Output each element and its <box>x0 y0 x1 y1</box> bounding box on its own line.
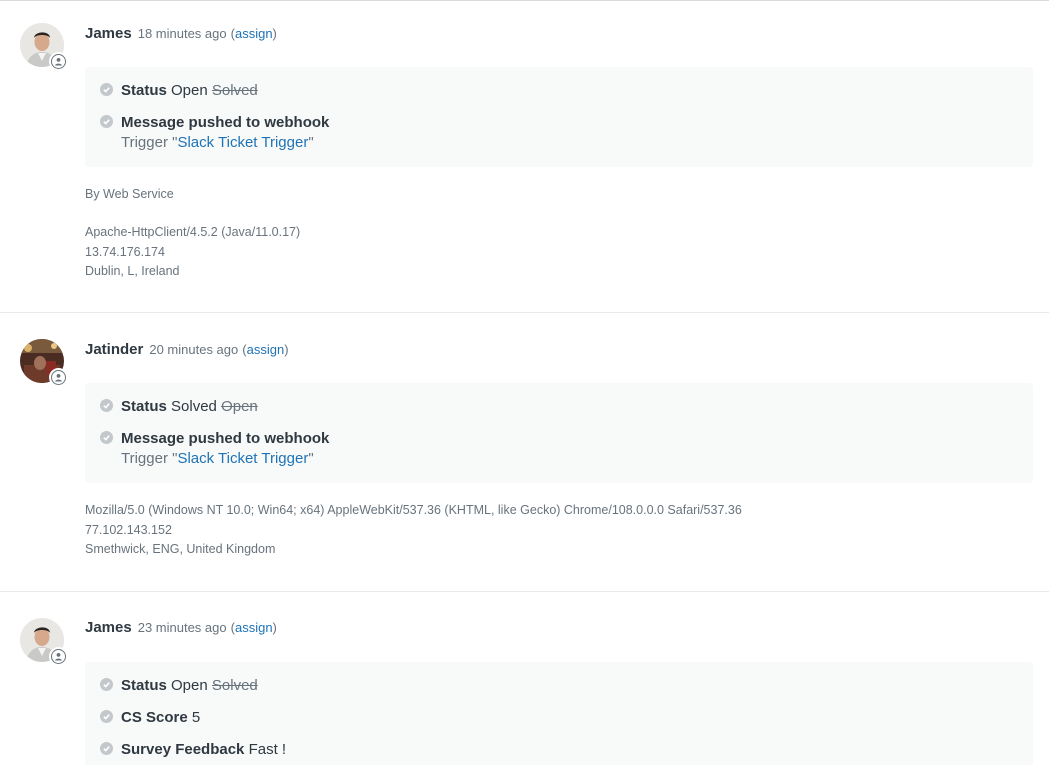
agent-badge <box>49 368 68 387</box>
status-old-value: Open <box>221 398 258 415</box>
event-header: James 18 minutes ago (assign) <box>85 25 277 47</box>
cs-score-value: 5 <box>191 709 201 726</box>
event-timestamp[interactable]: 23 minutes ago <box>138 620 227 635</box>
ticket-event: James 23 minutes ago (assign) Status Ope… <box>0 592 1049 765</box>
event-client-info: Apache-HttpClient/4.5.2 (Java/11.0.17) 1… <box>85 223 300 282</box>
author-name[interactable]: James <box>85 25 132 42</box>
user-agent: Apache-HttpClient/4.5.2 (Java/11.0.17) <box>85 225 301 239</box>
trigger-suffix: " <box>308 134 314 151</box>
agent-badge <box>49 52 68 71</box>
check-circle-icon <box>100 83 113 96</box>
assign-wrapper: (assign) <box>230 26 277 41</box>
ticket-event-feed: James 18 minutes ago (assign) Status Ope… <box>0 0 1049 765</box>
change-webhook: Message pushed to webhook Trigger "Slack… <box>100 113 329 153</box>
status-new-value: Open <box>171 677 208 694</box>
event-via: By Web Service <box>85 187 174 201</box>
change-status: Status Solved Open <box>100 397 258 417</box>
event-header: Jatinder 20 minutes ago (assign) <box>85 341 289 363</box>
ticket-event: Jatinder 20 minutes ago (assign) Status … <box>0 313 1049 592</box>
ip-address: 13.74.176.174 <box>85 244 165 259</box>
assign-link[interactable]: assign <box>235 620 273 635</box>
agent-person-icon <box>51 370 66 385</box>
check-circle-icon <box>100 742 113 755</box>
location: Smethwick, ENG, United Kingdom <box>85 542 276 556</box>
check-circle-icon <box>100 431 113 444</box>
survey-feedback-value: Fast ! <box>248 741 287 758</box>
event-timestamp[interactable]: 20 minutes ago <box>149 342 238 357</box>
trigger-link[interactable]: Slack Ticket Trigger <box>177 134 308 151</box>
author-avatar[interactable] <box>20 339 68 387</box>
assign-link[interactable]: assign <box>247 342 285 357</box>
event-changes-panel: Status Open Solved Message pushed to web… <box>85 67 1033 167</box>
change-label: Status <box>121 677 167 694</box>
ticket-event: James 18 minutes ago (assign) Status Ope… <box>0 1 1049 313</box>
agent-badge <box>49 647 68 666</box>
event-header: James 23 minutes ago (assign) <box>85 619 277 641</box>
check-circle-icon <box>100 678 113 691</box>
author-avatar[interactable] <box>20 23 68 71</box>
location: Dublin, L, Ireland <box>85 264 180 278</box>
status-new-value: Open <box>171 82 208 99</box>
event-timestamp[interactable]: 18 minutes ago <box>138 26 227 41</box>
change-webhook: Message pushed to webhook Trigger "Slack… <box>100 429 329 469</box>
change-label: Status <box>121 398 167 415</box>
change-label: Message pushed to webhook <box>121 114 330 131</box>
change-label: CS Score <box>121 709 188 726</box>
user-agent: Mozilla/5.0 (Windows NT 10.0; Win64; x64… <box>85 503 742 517</box>
ip-address: 77.102.143.152 <box>85 522 172 537</box>
author-name[interactable]: Jatinder <box>85 341 143 358</box>
trigger-line: Trigger "Slack Ticket Trigger" <box>121 133 329 153</box>
trigger-prefix: Trigger " <box>121 450 178 467</box>
status-new-value: Solved <box>171 398 217 415</box>
agent-person-icon <box>51 649 66 664</box>
trigger-line: Trigger "Slack Ticket Trigger" <box>121 449 329 469</box>
event-changes-panel: Status Open Solved CS Score 5 Survey Fee… <box>85 662 1033 765</box>
status-old-value: Solved <box>211 677 258 694</box>
trigger-suffix: " <box>308 450 314 467</box>
assign-wrapper: (assign) <box>230 620 277 635</box>
trigger-prefix: Trigger " <box>121 134 178 151</box>
change-cs-score: CS Score 5 <box>100 708 200 728</box>
event-changes-panel: Status Solved Open Message pushed to web… <box>85 383 1033 483</box>
status-old-value: Solved <box>211 82 258 99</box>
change-label: Survey Feedback <box>121 741 245 758</box>
agent-person-icon <box>51 54 66 69</box>
assign-link[interactable]: assign <box>235 26 273 41</box>
assign-wrapper: (assign) <box>242 342 289 357</box>
event-client-info: Mozilla/5.0 (Windows NT 10.0; Win64; x64… <box>85 501 742 560</box>
change-status: Status Open Solved <box>100 676 258 696</box>
check-circle-icon <box>100 399 113 412</box>
check-circle-icon <box>100 115 113 128</box>
check-circle-icon <box>100 710 113 723</box>
change-label: Message pushed to webhook <box>121 430 330 447</box>
change-survey-feedback: Survey Feedback Fast ! <box>100 740 286 760</box>
author-name[interactable]: James <box>85 619 132 636</box>
author-avatar[interactable] <box>20 618 68 666</box>
change-status: Status Open Solved <box>100 81 258 101</box>
change-label: Status <box>121 82 167 99</box>
trigger-link[interactable]: Slack Ticket Trigger <box>177 450 308 467</box>
